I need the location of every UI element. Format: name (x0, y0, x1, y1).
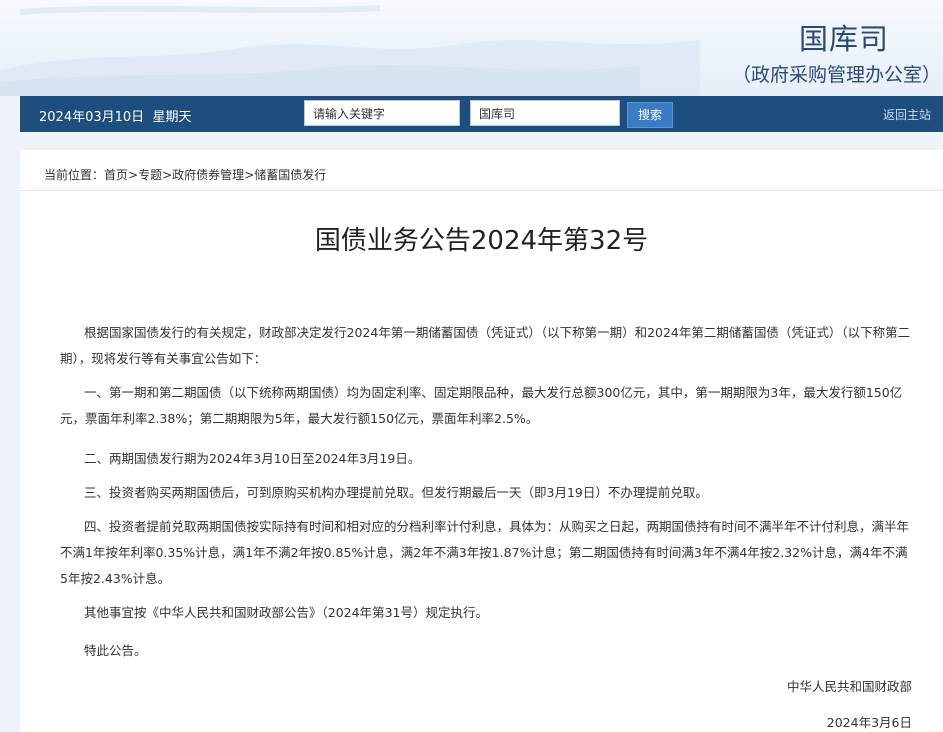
return-home-link[interactable]: 返回主站 (883, 106, 931, 123)
paragraph-intro: 根据国家国债发行的有关规定，财政部决定发行2024年第一期储蓄国债（凭证式）（以… (60, 325, 911, 366)
article-title: 国债业务公告2024年第32号 (314, 226, 649, 256)
paragraph-2: 二、两期国债发行期为2024年3月10日至2024年3月19日。 (84, 451, 421, 466)
breadcrumb-prefix: 当前位置： (44, 168, 105, 182)
breadcrumb-home[interactable]: 首页 (104, 168, 128, 182)
breadcrumb-separator: > (162, 168, 173, 182)
search-button[interactable]: 搜索 (627, 102, 673, 128)
article-container: 当前位置：首页>专题>政府债券管理>储蓄国债发行 国债业务公告2024年第32号… (20, 150, 943, 732)
department-title: 国库司 (798, 22, 889, 56)
breadcrumb-topic[interactable]: 专题 (138, 168, 162, 182)
breadcrumb-separator: > (244, 168, 255, 182)
paragraph-closing: 特此公告。 (84, 643, 147, 658)
breadcrumb-debt-management[interactable]: 政府债券管理 (172, 168, 244, 182)
paragraph-1: 一、第一期和第二期国债（以下统称两期国债）均为固定利率、固定期限品种，最大发行总… (60, 385, 903, 426)
breadcrumb-savings-bond[interactable]: 储蓄国债发行 (254, 168, 326, 182)
header-banner: 国库司 （政府采购管理办公室） (0, 0, 943, 96)
nav-bar: 2024年03月10日 星期天 请输入关键字 国库司 搜索 返回主站 (20, 96, 943, 132)
breadcrumb-divider (20, 190, 943, 191)
weekday-text: 星期天 (152, 110, 192, 125)
paragraph-3: 三、投资者购买两期国债后，可到原购买机构办理提前兑取。但发行期最后一天（即3月1… (84, 485, 708, 500)
current-date: 2024年03月10日 星期天 (39, 106, 191, 125)
scope-select[interactable]: 国库司 (470, 100, 620, 126)
breadcrumb-separator: > (128, 168, 139, 182)
issue-date: 2024年3月6日 (826, 715, 912, 730)
paragraph-4: 四、投资者提前兑取两期国债按实际持有时间和相对应的分档利率计付利息，具体为：从购… (60, 519, 910, 586)
date-text: 2024年03月10日 (39, 110, 145, 125)
breadcrumb: 当前位置：首页>专题>政府债券管理>储蓄国债发行 (44, 166, 326, 183)
issuer-signature: 中华人民共和国财政部 (786, 679, 912, 694)
search-input[interactable]: 请输入关键字 (304, 100, 460, 126)
paragraph-5: 其他事宜按《中华人民共和国财政部公告》（2024年第31号）规定执行。 (84, 605, 488, 620)
department-subtitle: （政府采购管理办公室） (731, 64, 941, 86)
